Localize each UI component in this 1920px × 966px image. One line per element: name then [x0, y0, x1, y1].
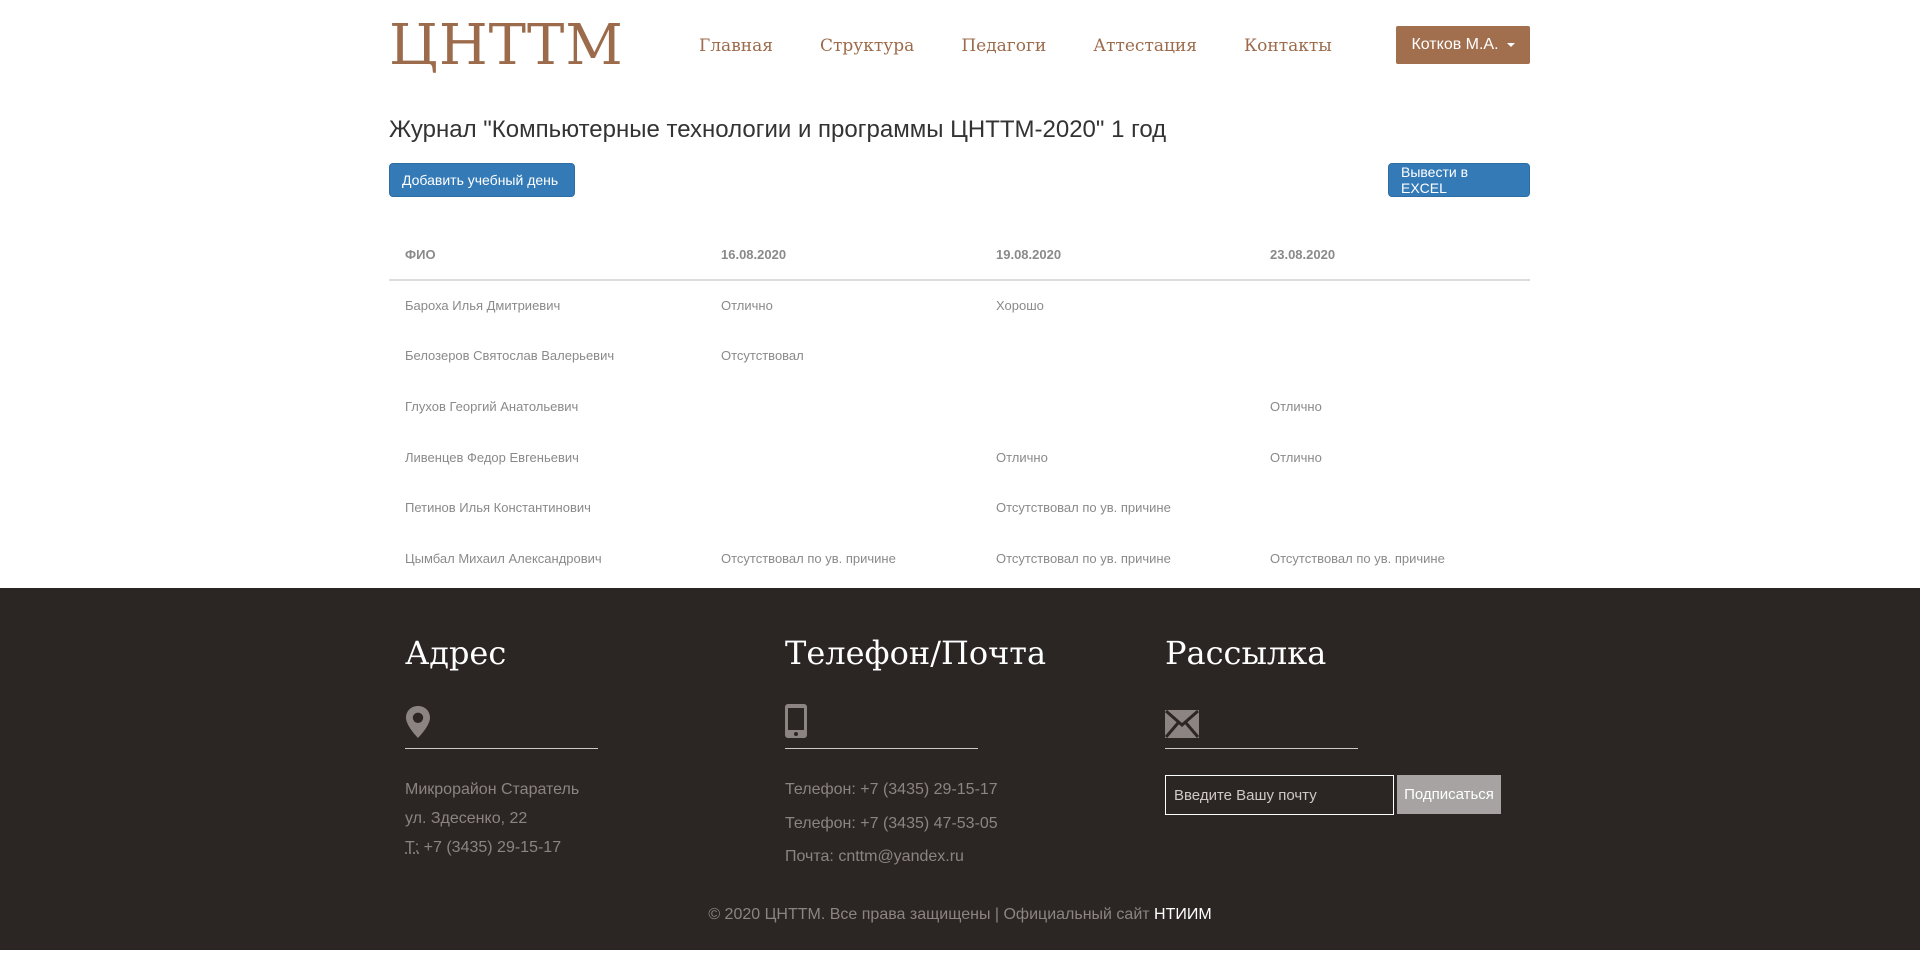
address-line-1: Микрорайон Старатель [405, 781, 580, 798]
table-row: Бароха Илья Дмитриевич Отлично Хорошо [389, 280, 1530, 331]
nav-link-home[interactable]: Главная [699, 34, 773, 58]
column-header: ФИО [389, 224, 705, 281]
site-logo[interactable]: ЦНТТМ [389, 14, 624, 78]
column-header: 23.08.2020 [1254, 224, 1530, 281]
divider [785, 748, 978, 749]
student-name: Петинов Илья Константинович [405, 500, 591, 516]
grade-cell[interactable]: Отсутствовал [705, 331, 980, 382]
address-title: Адрес [405, 634, 507, 672]
contact-phone-2: Телефон: +7 (3435) 47-53-05 [785, 815, 998, 832]
student-name: Ливенцев Федор Евгеньевич [405, 449, 579, 465]
contact-email[interactable]: Почта: cnttm@yandex.ru [785, 847, 964, 867]
grade-cell[interactable]: Отсутствовал по ув. причине [980, 482, 1254, 533]
main-content: Журнал "Компьютерные технологии и програ… [389, 116, 1530, 566]
envelope-icon [1165, 702, 1199, 738]
table-row: Петинов Илья Константинович Отсутствовал… [389, 482, 1530, 533]
ntiim-link[interactable]: НТИИМ [1154, 906, 1212, 923]
grade-cell[interactable]: Отлично [705, 280, 980, 331]
grade-cell[interactable] [980, 381, 1254, 432]
export-excel-button[interactable]: Вывести в EXCEL [1388, 163, 1530, 197]
grade-cell[interactable]: Отлично [980, 432, 1254, 483]
grade-cell[interactable] [705, 381, 980, 432]
caret-down-icon [1506, 43, 1515, 47]
contact-phone-1: Телефон: +7 (3435) 29-15-17 [785, 781, 998, 798]
phone-abbr: Т: [405, 839, 420, 856]
page-title: Журнал "Компьютерные технологии и програ… [389, 116, 1167, 143]
site-footer: Адрес Микрорайон Старатель ул. Здесенко,… [0, 588, 1920, 950]
grade-cell[interactable]: Отсутствовал по ув. причине [980, 533, 1254, 584]
grade-cell[interactable]: Хорошо [980, 280, 1254, 331]
address-phone: Т: +7 (3435) 29-15-17 [405, 838, 561, 858]
site-header: ЦНТТМ Главная Структура Педагоги Аттеста… [389, 0, 1530, 92]
grade-cell[interactable] [1254, 482, 1530, 533]
column-header: 16.08.2020 [705, 224, 980, 281]
table-row: Глухов Георгий Анатольевич Отлично [389, 381, 1530, 432]
table-row: Ливенцев Федор Евгеньевич Отлично Отличн… [389, 432, 1530, 483]
student-name: Белозеров Святослав Валерьевич [405, 348, 615, 364]
user-menu-button[interactable]: Котков М.А. [1396, 26, 1530, 64]
grade-cell[interactable] [705, 432, 980, 483]
grade-cell[interactable] [705, 482, 980, 533]
nav-link-structure[interactable]: Структура [820, 34, 914, 58]
grade-cell[interactable] [980, 331, 1254, 382]
student-name: Цымбал Михаил Александрович [405, 550, 602, 566]
copyright-text: © 2020 ЦНТТМ. Все права защищены | Офици… [708, 906, 1155, 923]
subscribe-email-input[interactable]: Введите Вашу почту [1165, 775, 1394, 815]
phone-number: +7 (3435) 29-15-17 [419, 839, 562, 856]
divider [405, 748, 598, 749]
grade-cell[interactable]: Отсутствовал по ув. причине [705, 533, 980, 584]
grade-cell[interactable]: Отсутствовал по ув. причине [1254, 533, 1530, 584]
table-row: Цымбал Михаил Александрович Отсутствовал… [389, 533, 1530, 584]
contacts-title: Телефон/Почта [785, 634, 1047, 672]
subscribe-title: Рассылка [1165, 634, 1327, 672]
mobile-phone-icon [785, 702, 807, 738]
divider [1165, 748, 1358, 749]
grade-cell[interactable]: Отлично [1254, 432, 1530, 483]
column-header: 19.08.2020 [980, 224, 1254, 281]
address-line-2: ул. Здесенко, 22 [405, 810, 528, 827]
nav-link-contacts[interactable]: Контакты [1244, 34, 1332, 58]
grade-cell[interactable] [1254, 331, 1530, 382]
table-row: Белозеров Святослав Валерьевич Отсутство… [389, 331, 1530, 382]
student-name: Бароха Илья Дмитриевич [405, 298, 561, 314]
user-name: Котков М.А. [1411, 36, 1499, 53]
journal-table: ФИО 16.08.2020 19.08.2020 23.08.2020 Бар… [389, 224, 1530, 584]
subscribe-button[interactable]: Подписаться [1397, 775, 1501, 814]
grade-cell[interactable] [1254, 280, 1530, 331]
table-header-row: ФИО 16.08.2020 19.08.2020 23.08.2020 [389, 224, 1530, 281]
nav-link-teachers[interactable]: Педагоги [961, 34, 1046, 58]
copyright: © 2020 ЦНТТМ. Все права защищены | Офици… [0, 906, 1920, 924]
nav-link-attestation[interactable]: Аттестация [1093, 34, 1197, 58]
student-name: Глухов Георгий Анатольевич [405, 398, 579, 414]
map-marker-icon [405, 702, 431, 738]
grade-cell[interactable]: Отлично [1254, 381, 1530, 432]
main-nav: Главная Структура Педагоги Аттестация Ко… [699, 34, 1379, 58]
add-day-button[interactable]: Добавить учебный день [389, 163, 575, 197]
